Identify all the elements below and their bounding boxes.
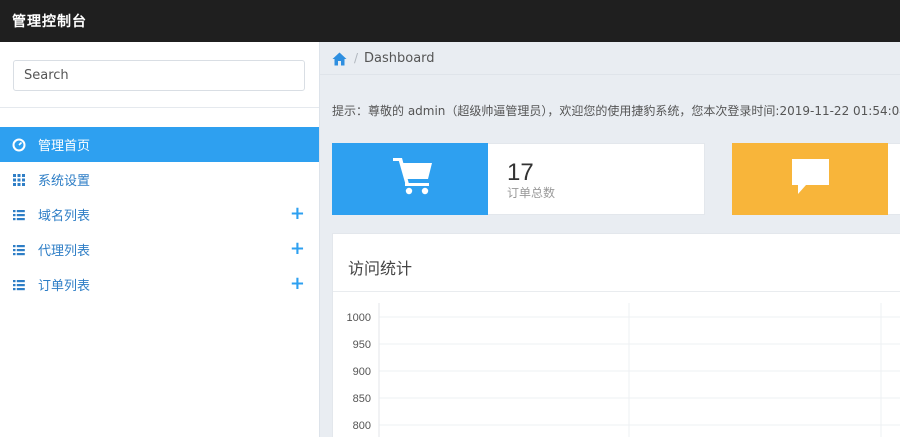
sidebar-item-label: 域名列表	[38, 209, 91, 224]
breadcrumb: / Dashboard	[320, 42, 900, 75]
sidebar-item-label: 管理首页	[38, 139, 91, 154]
visit-chart: 1000 950 900 850 800	[347, 303, 900, 437]
chart-y-tick-label: 800	[353, 420, 371, 432]
welcome-notice: 提示：尊敬的 admin（超级帅逼管理员），欢迎您的使用捷豹系统，您本次登录时间…	[332, 104, 900, 118]
breadcrumb-separator: /	[354, 51, 359, 65]
sidebar-item-label: 代理列表	[38, 244, 91, 259]
search-area	[0, 42, 319, 108]
chart-y-tick-label: 950	[353, 339, 371, 351]
home-icon[interactable]	[332, 51, 347, 66]
stat-label: 订单总数	[507, 186, 556, 200]
sidebar-item-label: 订单列表	[38, 279, 91, 294]
stat-card-orders: 17 订单总数	[332, 143, 705, 215]
sidebar: 管理首页 系统设置 域名列表 +	[0, 42, 320, 437]
panel-title: 访问统计	[348, 259, 413, 278]
stat-value: 17	[507, 159, 534, 186]
stat-icon-box	[732, 143, 888, 215]
chart-y-tick-label: 900	[353, 366, 371, 378]
expand-plus-icon[interactable]: +	[290, 240, 305, 258]
sidebar-item-agents[interactable]: 代理列表 +	[0, 232, 319, 267]
expand-plus-icon[interactable]: +	[290, 275, 305, 293]
sidebar-item-domains[interactable]: 域名列表 +	[0, 197, 319, 232]
chart-y-tick-label: 1000	[347, 312, 371, 324]
stat-icon-box	[332, 143, 488, 215]
list-icon	[12, 278, 26, 292]
grid-icon	[12, 173, 26, 187]
visit-stats-panel: 访问统计 1000 950 900 850 800	[332, 233, 900, 437]
sidebar-nav: 管理首页 系统设置 域名列表 + 代理列表 + 订单列表 +	[0, 127, 319, 302]
chart-y-tick-label: 850	[353, 393, 371, 405]
sidebar-item-settings[interactable]: 系统设置	[0, 162, 319, 197]
comment-icon	[792, 159, 829, 194]
sidebar-item-label: 系统设置	[38, 174, 91, 189]
list-icon	[12, 208, 26, 222]
cart-icon	[393, 158, 432, 195]
list-icon	[12, 243, 26, 257]
panel-header: 访问统计	[333, 234, 900, 292]
stat-card-messages	[732, 143, 900, 215]
sidebar-item-dashboard[interactable]: 管理首页	[0, 127, 319, 162]
top-bar: 管理控制台	[0, 0, 900, 42]
dashboard-icon	[12, 138, 26, 152]
expand-plus-icon[interactable]: +	[290, 205, 305, 223]
breadcrumb-current: Dashboard	[364, 51, 435, 66]
search-input[interactable]	[13, 60, 305, 91]
sidebar-item-orders[interactable]: 订单列表 +	[0, 267, 319, 302]
app-title: 管理控制台	[12, 14, 87, 30]
